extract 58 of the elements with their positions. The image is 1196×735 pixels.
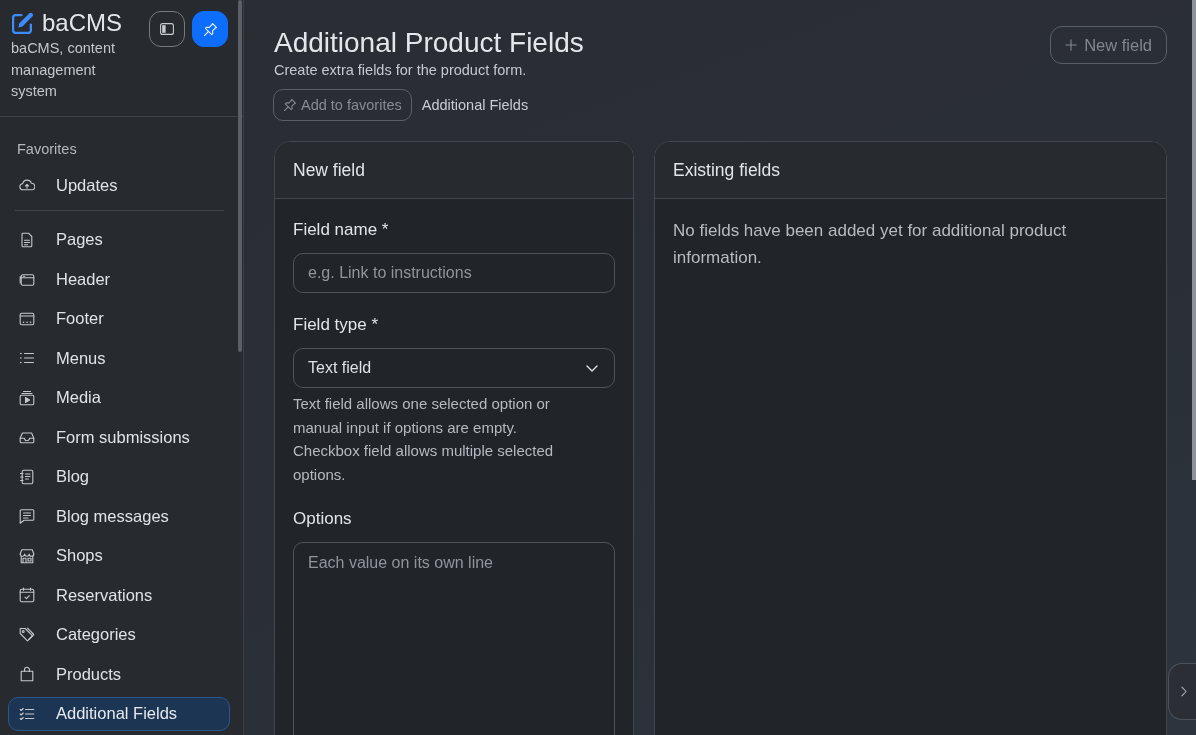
panel-title: New field xyxy=(293,159,365,181)
chevron-down-icon xyxy=(586,364,598,372)
sidebar-item[interactable]: Form submissions xyxy=(8,420,230,454)
checklist-icon xyxy=(19,705,35,722)
pencil-square-icon xyxy=(12,12,34,34)
tag-icon xyxy=(19,626,35,643)
window-dots-icon xyxy=(19,310,35,327)
sidebar-item[interactable]: Reservations xyxy=(8,578,230,612)
document-icon xyxy=(19,231,35,248)
new-field-button[interactable]: New field xyxy=(1050,26,1167,64)
sidebar-item[interactable]: Pages xyxy=(8,222,230,257)
sidebar-item[interactable]: Footer xyxy=(8,301,230,336)
field-label: Field type * xyxy=(293,314,380,336)
sidebar-item[interactable]: Blog messages xyxy=(8,499,230,533)
window-icon xyxy=(19,271,35,287)
breadcrumb-item: Additional Fields xyxy=(421,97,529,113)
cloud-upload-icon xyxy=(19,177,35,193)
sidebar-item[interactable]: Media xyxy=(8,380,230,415)
sidebar-item[interactable]: Menus xyxy=(8,341,230,375)
sidebar-item[interactable]: Categories xyxy=(8,617,230,652)
select-field[interactable]: Text field xyxy=(293,348,615,388)
help-text: Text field allows one selected option or manual input if options are empty. Checkbox field allows multiple selected options. xyxy=(293,394,555,486)
list-icon xyxy=(19,350,35,366)
sidebar-item[interactable]: Updates xyxy=(8,168,230,202)
page-title: Additional Product Fields xyxy=(274,26,584,60)
calendar-check-icon xyxy=(19,587,35,603)
bag-icon xyxy=(19,666,35,682)
inbox-icon xyxy=(19,429,35,445)
expand-tab-button[interactable] xyxy=(1168,663,1196,720)
pin-icon xyxy=(203,22,217,36)
field-label: Options xyxy=(293,507,353,530)
add-to-favorites-button[interactable]: Add to favorites xyxy=(273,89,412,121)
sidebar-item[interactable]: Header xyxy=(8,262,230,296)
pin-button[interactable] xyxy=(192,11,228,47)
pin-icon xyxy=(284,99,296,111)
sidebar-item[interactable]: Blog xyxy=(8,459,230,494)
chevron-right-icon xyxy=(1180,686,1187,697)
sidebar-item[interactable]: Additional Fields xyxy=(8,696,230,731)
plus-icon xyxy=(1065,39,1078,51)
textarea-field[interactable]: Each value on its own line xyxy=(293,541,615,735)
brand-name: baCMS xyxy=(42,11,123,35)
panel-icon xyxy=(160,23,174,35)
brand-tagline: baCMS, content management system xyxy=(11,39,116,101)
shop-icon xyxy=(19,547,35,564)
sidebar-toggle-button[interactable] xyxy=(149,11,185,47)
empty-message: No fields have been added yet for additional product information. xyxy=(673,220,1068,269)
scrollbar-thumb[interactable] xyxy=(1192,0,1196,480)
sidebar-item[interactable]: Shops xyxy=(8,538,230,573)
section-label: Favorites xyxy=(16,140,78,159)
page-subtitle: Create extra fields for the product form. xyxy=(274,61,528,80)
field-label: Field name * xyxy=(293,219,390,241)
sidebar-item[interactable]: Products xyxy=(8,657,230,691)
chat-icon xyxy=(19,508,35,524)
notebook-icon xyxy=(19,468,35,485)
media-play-icon xyxy=(19,389,35,406)
scrollbar-thumb[interactable] xyxy=(238,0,242,352)
input-field[interactable]: e.g. Link to instructions xyxy=(293,253,615,293)
panel-title: Existing fields xyxy=(673,159,780,181)
